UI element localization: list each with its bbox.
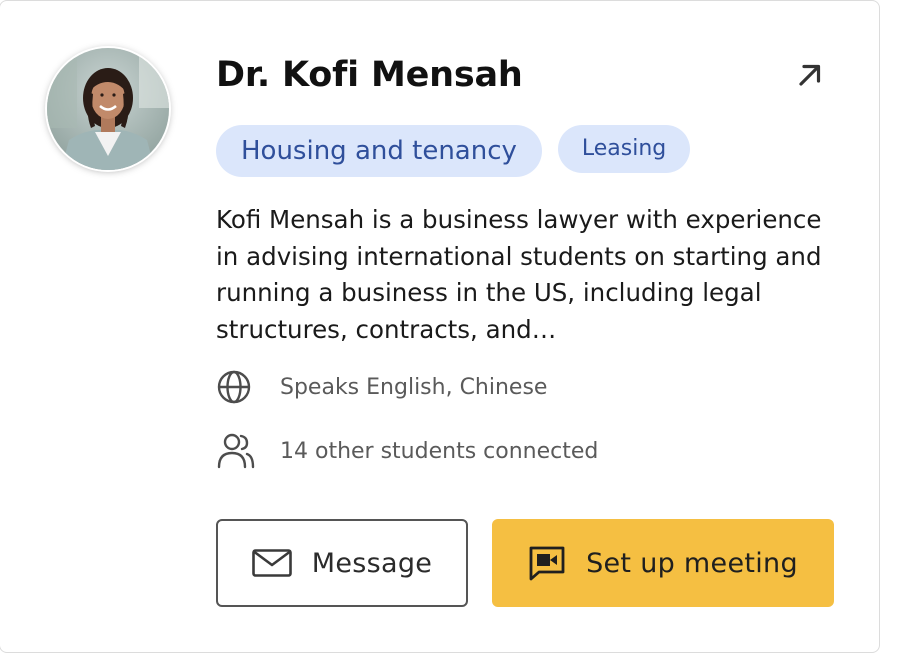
languages-text: Speaks English, Chinese [280, 374, 548, 400]
specialty-tags: Housing and tenancy Leasing [216, 125, 691, 177]
languages-row: Speaks English, Chinese [216, 367, 547, 407]
connections-text: 14 other students connected [280, 438, 599, 464]
video-chat-icon [528, 545, 566, 581]
users-icon [216, 431, 256, 471]
set-up-meeting-button-label: Set up meeting [586, 547, 798, 579]
tag-housing-and-tenancy: Housing and tenancy [216, 125, 542, 177]
message-button-label: Message [311, 547, 433, 579]
set-up-meeting-button[interactable]: Set up meeting [492, 519, 834, 607]
avatar [47, 48, 169, 170]
envelope-icon [251, 549, 292, 577]
advisor-card: Dr. Kofi Mensah Housing and tenancy Leas… [0, 0, 880, 653]
globe-icon [216, 367, 256, 407]
connections-row: 14 other students connected [216, 431, 598, 471]
open-profile-button[interactable] [794, 59, 826, 91]
arrow-up-right-icon [799, 64, 821, 86]
message-button[interactable]: Message [216, 519, 468, 607]
advisor-name: Dr. Kofi Mensah [216, 55, 523, 95]
advisor-bio: Kofi Mensah is a business lawyer with ex… [216, 205, 822, 344]
avatar-photo [47, 48, 169, 170]
tag-leasing: Leasing [557, 125, 691, 173]
